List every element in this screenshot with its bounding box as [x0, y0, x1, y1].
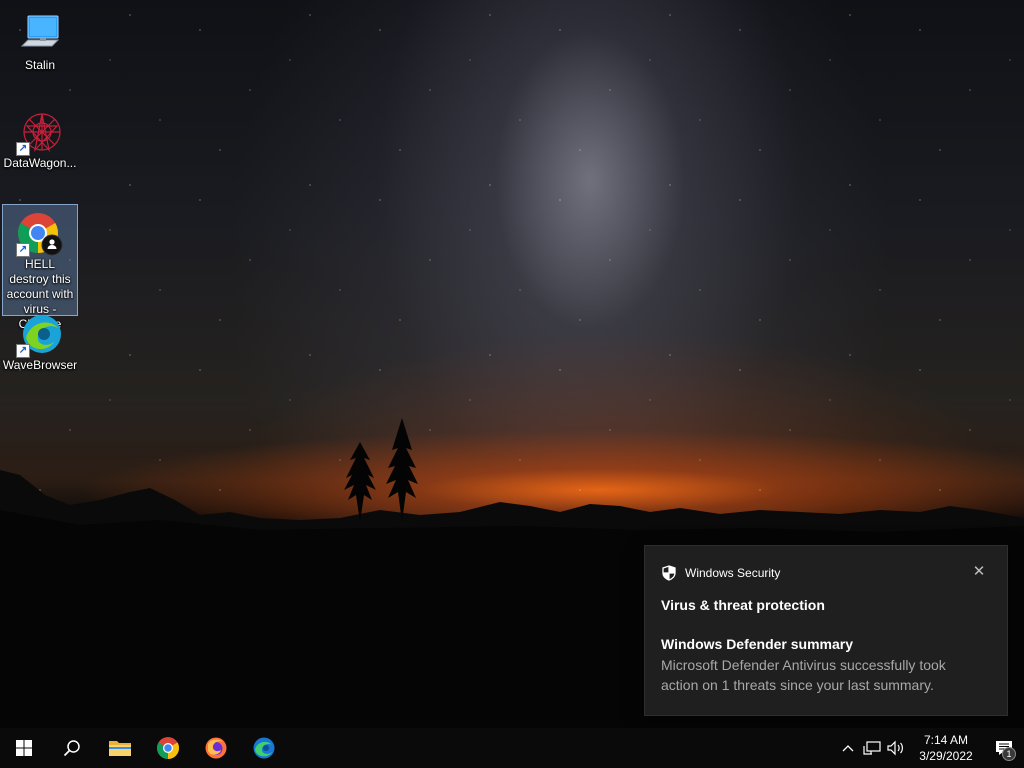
folder-icon [109, 741, 131, 756]
network-icon[interactable] [860, 728, 884, 768]
shortcut-arrow-icon: ↗ [16, 243, 30, 257]
shortcut-arrow-icon: ↗ [16, 344, 30, 358]
taskbar-edge[interactable] [240, 728, 288, 768]
datawagon-icon: ↗ [16, 108, 64, 156]
chrome-icon [157, 737, 179, 759]
shield-icon [662, 565, 676, 581]
close-icon[interactable]: ✕ [971, 564, 987, 580]
toast-subtitle: Windows Defender summary [661, 636, 854, 652]
taskbar-chrome[interactable] [144, 728, 192, 768]
system-tray: 7:14 AM 3/29/2022 1 [836, 728, 1024, 768]
toast-app-name: Windows Security [685, 566, 781, 580]
action-center-button[interactable]: 1 [984, 728, 1024, 768]
shortcut-arrow-icon: ↗ [16, 142, 30, 156]
windows-logo-icon [16, 740, 32, 756]
desktop-icon-chrome-profile[interactable]: ↗ HELL destroy this account with virus -… [2, 204, 78, 331]
taskbar-firefox[interactable] [192, 728, 240, 768]
edge-icon [253, 737, 275, 759]
notification-count-badge: 1 [1002, 747, 1016, 761]
toast-header: Windows Security [661, 564, 991, 582]
taskbar-file-explorer[interactable] [96, 728, 144, 768]
toast-title: Virus & threat protection [661, 597, 825, 613]
toast-body: Microsoft Defender Antivirus successfull… [661, 657, 946, 693]
desktop-icon-label: WaveBrowser [2, 358, 78, 372]
desktop-icon-datawagon[interactable]: ↗ DataWagon... [2, 104, 78, 171]
windows-security-toast[interactable]: Windows Security ✕ Virus & threat protec… [644, 545, 1008, 716]
clock-time: 7:14 AM [923, 733, 969, 747]
volume-icon[interactable] [884, 728, 908, 768]
this-pc-icon [16, 10, 64, 58]
search-button[interactable] [48, 728, 96, 768]
desktop-icon-label: Stalin [24, 58, 56, 72]
taskbar: 7:14 AM 3/29/2022 1 [0, 728, 1024, 768]
chevron-up-icon[interactable] [836, 728, 860, 768]
wavebrowser-icon: ↗ [16, 310, 64, 358]
clock-date: 3/29/2022 [919, 749, 973, 763]
chrome-profile-icon: ↗ [16, 209, 64, 257]
desktop-icon-stalin[interactable]: Stalin [2, 6, 78, 73]
desktop-icon-wavebrowser[interactable]: ↗ WaveBrowser [2, 306, 78, 373]
firefox-icon [205, 737, 227, 759]
taskbar-clock[interactable]: 7:14 AM 3/29/2022 [908, 732, 984, 764]
desktop-icon-label: DataWagon... [3, 156, 77, 170]
start-button[interactable] [0, 728, 48, 768]
search-icon [63, 740, 80, 757]
